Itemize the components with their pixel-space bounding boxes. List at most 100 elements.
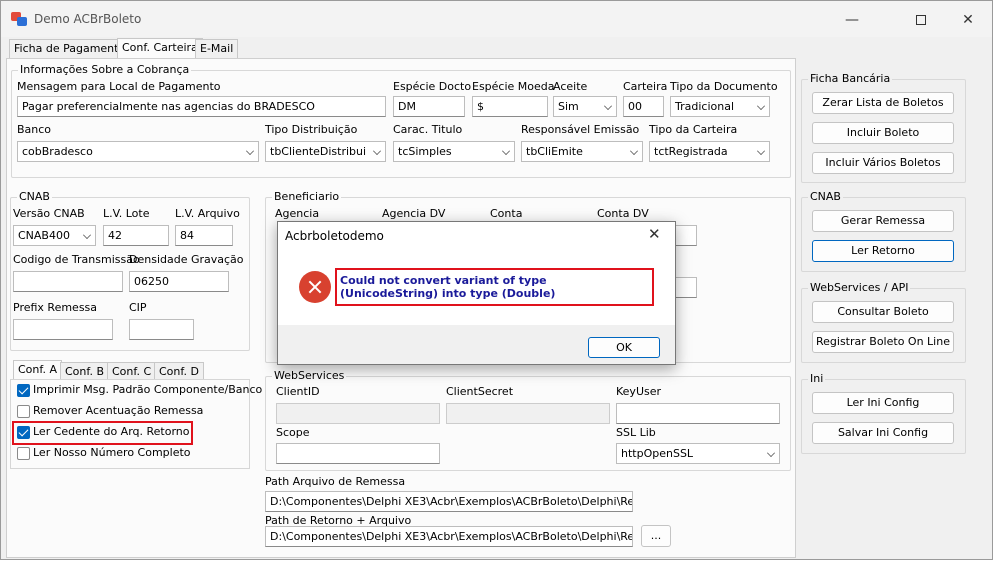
scope-label: Scope <box>276 426 310 439</box>
agencia-dv-label: Agencia DV <box>382 207 446 220</box>
especie-moeda-label: Espécie Moeda <box>472 80 555 93</box>
maximize-icon[interactable] <box>898 7 944 33</box>
dialog-title: Acbrboletodemo <box>285 229 384 243</box>
chevron-down-icon <box>767 449 775 457</box>
client-secret-label: ClientSecret <box>446 385 514 398</box>
error-icon <box>299 271 331 303</box>
banco-value: cobBradesco <box>22 145 93 158</box>
prefix-remessa-label: Prefix Remessa <box>13 301 98 314</box>
ssl-lib-select[interactable]: httpOpenSSL <box>616 443 780 464</box>
incluir-boleto-button[interactable]: Incluir Boleto <box>812 122 954 144</box>
client-secret-input[interactable] <box>446 403 610 424</box>
dialog-title-bar: Acbrboletodemo ✕ <box>278 222 675 249</box>
responsavel-select[interactable]: tbCliEmite <box>521 141 643 162</box>
aceite-label: Aceite <box>553 80 588 93</box>
gerar-remessa-button[interactable]: Gerar Remessa <box>812 210 954 232</box>
conta-dv-label: Conta DV <box>597 207 649 220</box>
tipo-distribuicao-label: Tipo Distribuição <box>265 123 358 136</box>
webservices-api-title: WebServices / API <box>808 281 911 294</box>
tab-email[interactable]: E-Mail <box>195 39 239 58</box>
especie-docto-label: Espécie Docto <box>393 80 472 93</box>
app-window: Demo ACBrBoleto — ✕ Ficha de Pagamento C… <box>0 0 993 560</box>
versao-cnab-select[interactable]: CNAB400 <box>13 225 96 246</box>
cip-input[interactable] <box>129 319 194 340</box>
conta-label: Conta <box>490 207 523 220</box>
mensagem-input[interactable]: Pagar preferencialmente nas agencias do … <box>17 96 386 117</box>
path-retorno-input[interactable]: D:\Componentes\Delphi XE3\Acbr\Exemplos\… <box>265 526 633 547</box>
client-id-input[interactable] <box>276 403 440 424</box>
checkbox-ler-nosso-numero[interactable] <box>17 447 30 460</box>
banco-select[interactable]: cobBradesco <box>17 141 259 162</box>
chevron-down-icon <box>246 147 254 155</box>
key-user-input[interactable] <box>616 403 780 424</box>
path-remessa-input[interactable]: D:\Componentes\Delphi XE3\Acbr\Exemplos\… <box>265 491 633 512</box>
carteira-label: Carteira <box>623 80 668 93</box>
checkbox-remover-acentuacao[interactable] <box>17 405 30 418</box>
window-title: Demo ACBrBoleto <box>34 12 142 26</box>
webservices-group-title: WebServices <box>272 369 347 382</box>
carteira-input[interactable]: 00 <box>623 96 664 117</box>
dialog-close-icon[interactable]: ✕ <box>648 225 661 243</box>
codigo-transmissao-input[interactable] <box>13 271 123 292</box>
versao-cnab-value: CNAB400 <box>18 229 70 242</box>
app-icon <box>11 12 27 26</box>
carac-titulo-label: Carac. Titulo <box>393 123 463 136</box>
mensagem-label: Mensagem para Local de Pagamento <box>17 80 221 93</box>
lv-lote-input[interactable]: 42 <box>103 225 169 246</box>
checkbox-imprimir-msg-label: Imprimir Msg. Padrão Componente/Banco <box>33 383 263 396</box>
checkbox-imprimir-msg[interactable] <box>17 384 30 397</box>
chevron-down-icon <box>757 147 765 155</box>
cnab-actions-title: CNAB <box>808 190 843 203</box>
aceite-select[interactable]: Sim <box>553 96 617 117</box>
incluir-varios-button[interactable]: Incluir Vários Boletos <box>812 152 954 174</box>
consultar-boleto-button[interactable]: Consultar Boleto <box>812 301 954 323</box>
chevron-down-icon <box>373 147 381 155</box>
ini-title: Ini <box>808 372 826 385</box>
close-icon[interactable]: ✕ <box>945 7 991 33</box>
minimize-icon[interactable]: — <box>829 7 875 33</box>
tab-conf-a[interactable]: Conf. A <box>13 360 62 381</box>
salvar-ini-button[interactable]: Salvar Ini Config <box>812 422 954 444</box>
versao-cnab-label: Versão CNAB <box>13 207 85 220</box>
chevron-down-icon <box>502 147 510 155</box>
carac-titulo-value: tcSimples <box>398 145 452 158</box>
densidade-input[interactable]: 06250 <box>129 271 229 292</box>
tab-ficha-pagamento[interactable]: Ficha de Pagamento <box>9 39 131 58</box>
aceite-value: Sim <box>558 100 579 113</box>
lv-arquivo-input[interactable]: 84 <box>175 225 233 246</box>
dialog-ok-button[interactable]: OK <box>588 337 660 358</box>
codigo-transmissao-label: Codigo de Transmissão <box>13 253 140 266</box>
checkbox-ler-nosso-numero-label: Ler Nosso Número Completo <box>33 446 191 459</box>
tipo-documento-select[interactable]: Tradicional <box>670 96 770 117</box>
tipo-distribuicao-value: tbClienteDistribui <box>270 145 367 158</box>
lv-lote-label: L.V. Lote <box>103 207 150 220</box>
ler-ini-button[interactable]: Ler Ini Config <box>812 392 954 414</box>
tipo-documento-label: Tipo da Documento <box>670 80 778 93</box>
key-user-label: KeyUser <box>616 385 662 398</box>
banco-label: Banco <box>17 123 52 136</box>
especie-docto-input[interactable]: DM <box>393 96 465 117</box>
chevron-down-icon <box>604 102 612 110</box>
browse-button[interactable]: ... <box>641 525 671 547</box>
dialog-body: Could not convert variant of type (Unico… <box>278 249 675 325</box>
ler-retorno-button[interactable]: Ler Retorno <box>812 240 954 262</box>
zerar-lista-button[interactable]: Zerar Lista de Boletos <box>812 92 954 114</box>
prefix-remessa-input[interactable] <box>13 319 113 340</box>
title-bar: Demo ACBrBoleto — ✕ <box>1 1 992 37</box>
tipo-carteira-select[interactable]: tctRegistrada <box>649 141 770 162</box>
scope-input[interactable] <box>276 443 440 464</box>
tipo-distribuicao-select[interactable]: tbClienteDistribui <box>265 141 386 162</box>
ficha-bancaria-title: Ficha Bancária <box>808 72 893 85</box>
responsavel-label: Responsável Emissão <box>521 123 640 136</box>
cnab-group-title: CNAB <box>17 190 52 203</box>
checkbox-remover-acentuacao-label: Remover Acentuação Remessa <box>33 404 204 417</box>
ssl-lib-value: httpOpenSSL <box>621 447 694 460</box>
lv-arquivo-label: L.V. Arquivo <box>175 207 240 220</box>
error-dialog: Acbrboletodemo ✕ Could not convert varia… <box>277 221 676 365</box>
tab-conf-carteira[interactable]: Conf. Carteira <box>117 38 203 59</box>
carac-titulo-select[interactable]: tcSimples <box>393 141 515 162</box>
chevron-down-icon <box>83 231 91 239</box>
cip-label: CIP <box>129 301 147 314</box>
registrar-boleto-button[interactable]: Registrar Boleto On Line <box>812 331 954 353</box>
especie-moeda-input[interactable]: $ <box>472 96 548 117</box>
